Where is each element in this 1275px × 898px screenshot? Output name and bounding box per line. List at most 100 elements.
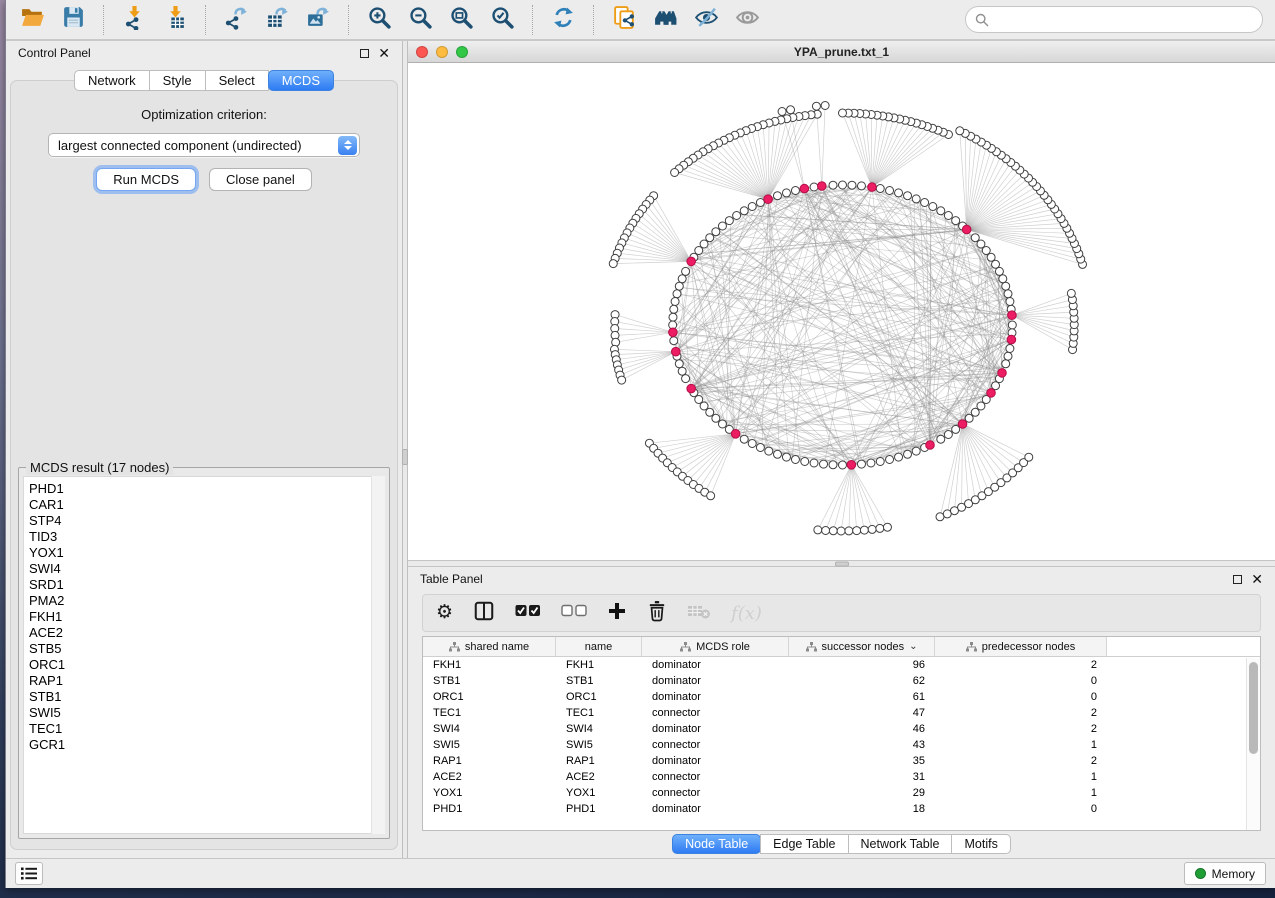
network-node[interactable]	[678, 275, 686, 283]
network-graph[interactable]	[408, 63, 1275, 560]
network-node[interactable]	[782, 453, 790, 461]
apply-layout-button[interactable]	[549, 6, 577, 34]
network-canvas[interactable]	[408, 63, 1275, 560]
network-node[interactable]	[987, 253, 995, 261]
mcds-result-item[interactable]: RAP1	[29, 673, 384, 689]
network-node[interactable]	[1004, 352, 1012, 360]
network-node[interactable]	[999, 275, 1007, 283]
hide-selected-button[interactable]	[692, 6, 720, 34]
search-input[interactable]	[994, 13, 1253, 27]
table-row[interactable]: RAP1RAP1dominator352	[423, 753, 1260, 769]
table-row[interactable]: TEC1TEC1connector472	[423, 705, 1260, 721]
import-table-button[interactable]	[161, 6, 189, 34]
network-node[interactable]	[748, 440, 756, 448]
tab-motifs[interactable]: Motifs	[951, 834, 1010, 854]
show-column-panel-button[interactable]	[473, 600, 495, 626]
network-node[interactable]	[956, 127, 964, 135]
column-header-successor-nodes[interactable]: successor nodes⌄	[789, 637, 935, 656]
network-node[interactable]	[1025, 453, 1033, 461]
import-network-button[interactable]	[120, 6, 148, 34]
network-node[interactable]	[712, 228, 720, 236]
network-node[interactable]	[1006, 298, 1014, 306]
tab-select[interactable]: Select	[205, 70, 269, 91]
network-node[interactable]	[912, 447, 920, 455]
table-row[interactable]: SWI4SWI4dominator462	[423, 721, 1260, 737]
select-all-button[interactable]	[515, 600, 541, 626]
column-header-name[interactable]: name	[556, 637, 642, 656]
network-node[interactable]	[912, 195, 920, 203]
network-node[interactable]	[839, 461, 847, 469]
network-node[interactable]	[944, 212, 952, 220]
network-node[interactable]	[820, 460, 828, 468]
network-node[interactable]	[678, 367, 686, 375]
network-node[interactable]	[952, 425, 960, 433]
mcds-result-item[interactable]: CAR1	[29, 497, 384, 513]
network-node[interactable]	[822, 527, 830, 535]
close-panel-icon[interactable]: ✕	[1251, 574, 1263, 584]
mcds-hub-node[interactable]	[687, 384, 696, 393]
network-node[interactable]	[921, 199, 929, 207]
network-node[interactable]	[609, 260, 617, 268]
tab-network-table[interactable]: Network Table	[848, 834, 953, 854]
tab-edge-table[interactable]: Edge Table	[760, 834, 848, 854]
float-panel-icon[interactable]	[1233, 575, 1242, 584]
network-node[interactable]	[1008, 321, 1016, 329]
network-node[interactable]	[895, 453, 903, 461]
network-node[interactable]	[756, 444, 764, 452]
mcds-hub-node[interactable]	[800, 184, 809, 193]
mcds-result-item[interactable]: PMA2	[29, 593, 384, 609]
network-node[interactable]	[883, 523, 891, 531]
memory-button[interactable]: Memory	[1184, 862, 1266, 885]
mcds-result-item[interactable]: SRD1	[29, 577, 384, 593]
network-node[interactable]	[895, 189, 903, 197]
network-node[interactable]	[876, 458, 884, 466]
network-node[interactable]	[829, 461, 837, 469]
network-node[interactable]	[853, 527, 861, 535]
network-node[interactable]	[857, 182, 865, 190]
table-row[interactable]: SWI5SWI5connector431	[423, 737, 1260, 753]
mcds-hub-node[interactable]	[926, 441, 935, 450]
table-row[interactable]: STB1STB1dominator620	[423, 673, 1260, 689]
mcds-hub-node[interactable]	[1008, 311, 1017, 320]
network-node[interactable]	[812, 102, 820, 110]
network-node[interactable]	[669, 313, 677, 321]
network-node[interactable]	[837, 527, 845, 535]
network-node[interactable]	[944, 431, 952, 439]
network-node[interactable]	[765, 447, 773, 455]
network-node[interactable]	[810, 183, 818, 191]
table-row[interactable]: YOX1YOX1connector291	[423, 785, 1260, 801]
task-history-button[interactable]	[15, 862, 43, 885]
network-node[interactable]	[712, 414, 720, 422]
network-node[interactable]	[707, 492, 715, 500]
mcds-hub-node[interactable]	[962, 225, 971, 234]
zoom-out-button[interactable]	[406, 6, 434, 34]
mcds-hub-node[interactable]	[1007, 335, 1016, 344]
network-node[interactable]	[860, 526, 868, 534]
network-node[interactable]	[1006, 345, 1014, 353]
mcds-result-item[interactable]: TEC1	[29, 721, 384, 737]
column-header-predecessor-nodes[interactable]: predecessor nodes	[935, 637, 1107, 656]
network-node[interactable]	[718, 222, 726, 230]
network-node[interactable]	[791, 187, 799, 195]
network-node[interactable]	[904, 450, 912, 458]
mcds-result-item[interactable]: SWI4	[29, 561, 384, 577]
network-node[interactable]	[1004, 290, 1012, 298]
tab-network[interactable]: Network	[74, 70, 150, 91]
mcds-result-item[interactable]: FKH1	[29, 609, 384, 625]
search-network-button[interactable]	[651, 6, 679, 34]
mcds-hub-node[interactable]	[958, 420, 967, 429]
create-column-button[interactable]	[607, 600, 627, 626]
network-node[interactable]	[718, 420, 726, 428]
mcds-hub-node[interactable]	[731, 430, 740, 439]
open-session-button[interactable]	[18, 6, 46, 34]
network-node[interactable]	[782, 189, 790, 197]
network-node[interactable]	[740, 435, 748, 443]
network-node[interactable]	[937, 435, 945, 443]
network-node[interactable]	[936, 513, 944, 521]
network-node[interactable]	[778, 108, 786, 116]
network-node[interactable]	[821, 102, 829, 110]
network-node[interactable]	[839, 109, 847, 117]
network-node[interactable]	[937, 207, 945, 215]
mcds-result-item[interactable]: STP4	[29, 513, 384, 529]
network-node[interactable]	[706, 408, 714, 416]
